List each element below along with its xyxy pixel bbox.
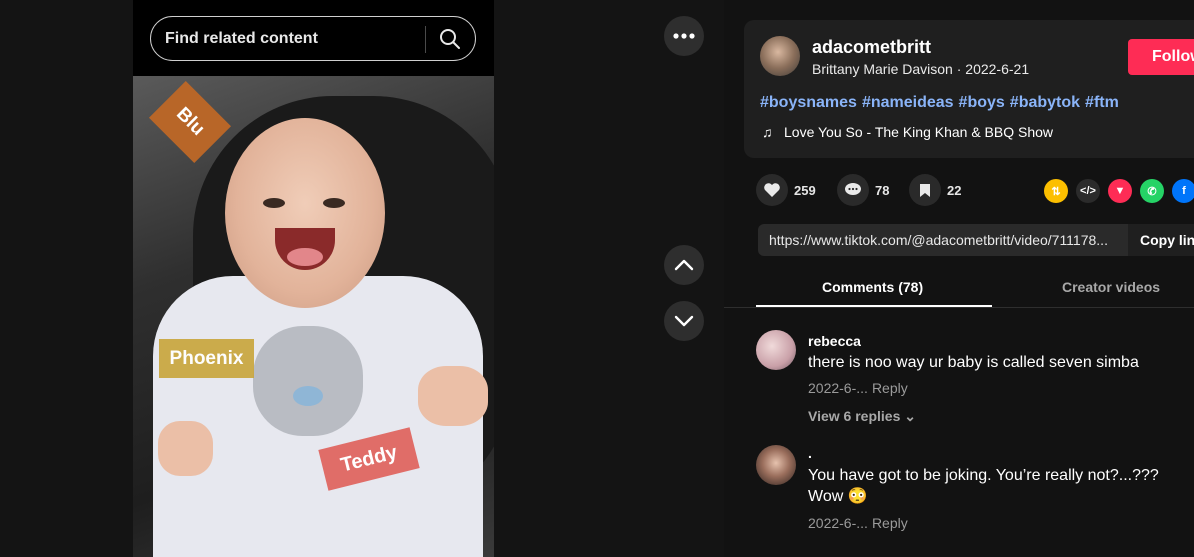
repost-icon[interactable]: ⇅ bbox=[1044, 179, 1068, 203]
commenter-username[interactable]: rebecca bbox=[808, 333, 861, 349]
view-replies-button[interactable]: View 6 replies ⌄ bbox=[808, 408, 916, 425]
video-link-box[interactable]: https://www.tiktok.com/@adacometbritt/vi… bbox=[758, 224, 1194, 256]
hashtag-link[interactable]: #boysnames bbox=[760, 94, 857, 111]
baby-face bbox=[225, 118, 385, 308]
more-icon bbox=[673, 33, 695, 39]
commenter-avatar[interactable] bbox=[756, 445, 796, 485]
details-panel: adacometbritt Brittany Marie Davison · 2… bbox=[724, 0, 1194, 557]
comment-meta: 2022-6-... Reply bbox=[808, 380, 908, 396]
comment-text: You have got to be joking. You’re really… bbox=[808, 467, 1159, 505]
active-tab-indicator bbox=[756, 305, 992, 307]
name-tag-blu-label: Blu bbox=[172, 103, 209, 140]
hashtag-link[interactable]: #ftm bbox=[1085, 94, 1119, 111]
baby-eye-left bbox=[263, 198, 285, 208]
panel-tabs: Comments (78) Creator videos bbox=[724, 268, 1194, 308]
search-bar[interactable]: Find related content bbox=[150, 16, 476, 61]
comment-meta: 2022-6-... Reply bbox=[808, 515, 908, 531]
comment-date: 2022-6-... bbox=[808, 515, 868, 531]
search-icon[interactable] bbox=[438, 27, 462, 51]
whatsapp-icon[interactable]: ✆ bbox=[1140, 179, 1164, 203]
author-avatar[interactable] bbox=[760, 36, 800, 76]
chevron-down-icon: ⌄ bbox=[904, 408, 916, 424]
bear-patch bbox=[253, 326, 363, 436]
comment-count: 78 bbox=[875, 182, 890, 198]
embed-icon[interactable]: </> bbox=[1076, 179, 1100, 203]
subline-separator: · bbox=[952, 61, 966, 77]
commenter-avatar[interactable] bbox=[756, 330, 796, 370]
send-icon[interactable]: ▼ bbox=[1108, 179, 1132, 203]
baby-mouth bbox=[275, 228, 335, 270]
reply-button[interactable]: Reply bbox=[872, 380, 908, 396]
chevron-up-icon bbox=[674, 259, 694, 271]
name-tag-teddy-label: Teddy bbox=[338, 440, 400, 477]
name-tag-phoenix: Phoenix bbox=[159, 339, 254, 378]
baby-eye-right bbox=[323, 198, 345, 208]
reply-button[interactable]: Reply bbox=[872, 515, 908, 531]
hashtag-link[interactable]: #babytok bbox=[1010, 94, 1080, 111]
name-tag-phoenix-label: Phoenix bbox=[169, 347, 244, 369]
heart-icon bbox=[756, 174, 788, 206]
tab-comments[interactable]: Comments (78) bbox=[822, 279, 923, 295]
music-title: Love You So - The King Khan & BBQ Show bbox=[784, 124, 1054, 140]
bookmark-icon bbox=[909, 174, 941, 206]
comment-text: there is noo way ur baby is called seven… bbox=[808, 354, 1139, 371]
more-options-button[interactable] bbox=[664, 16, 704, 56]
video-link-url[interactable]: https://www.tiktok.com/@adacometbritt/vi… bbox=[769, 232, 1108, 248]
hashtag-list: #boysnames #nameideas #boys #babytok #ftm bbox=[760, 94, 1124, 112]
next-video-button[interactable] bbox=[664, 301, 704, 341]
search-divider bbox=[425, 26, 426, 53]
like-action[interactable]: 259 bbox=[756, 174, 816, 206]
author-subline: Brittany Marie Davison · 2022-6-21 bbox=[812, 61, 1029, 77]
post-date: 2022-6-21 bbox=[965, 61, 1030, 77]
comment-action[interactable]: 78 bbox=[837, 174, 889, 206]
tab-creator-videos[interactable]: Creator videos bbox=[1062, 279, 1160, 295]
baby-hand-right bbox=[418, 366, 488, 426]
music-note-icon: ♫ bbox=[762, 124, 773, 140]
hashtag-link[interactable]: #boys bbox=[959, 94, 1005, 111]
follow-button[interactable]: Follow bbox=[1128, 39, 1194, 75]
previous-video-button[interactable] bbox=[664, 245, 704, 285]
view-replies-label: View 6 replies bbox=[808, 408, 901, 424]
music-info[interactable]: ♫ Love You So - The King Khan & BBQ Show bbox=[762, 124, 1053, 140]
bear-nose bbox=[293, 386, 323, 406]
search-input[interactable]: Find related content bbox=[165, 30, 318, 48]
like-count: 259 bbox=[794, 182, 816, 198]
post-info-card: adacometbritt Brittany Marie Davison · 2… bbox=[744, 20, 1194, 158]
baby-tongue bbox=[287, 248, 323, 266]
author-username[interactable]: adacometbritt bbox=[812, 37, 931, 58]
hashtag-link[interactable]: #nameideas bbox=[862, 94, 954, 111]
baby-hand-left bbox=[158, 421, 213, 476]
comment-date: 2022-6-... bbox=[808, 380, 868, 396]
save-action[interactable]: 22 bbox=[909, 174, 961, 206]
chevron-down-icon bbox=[674, 315, 694, 327]
copy-link-button[interactable]: Copy link bbox=[1128, 224, 1194, 256]
save-count: 22 bbox=[947, 182, 962, 198]
comment-icon bbox=[837, 174, 869, 206]
facebook-icon[interactable]: f bbox=[1172, 179, 1194, 203]
commenter-username[interactable]: . bbox=[808, 445, 812, 461]
author-display-name: Brittany Marie Davison bbox=[812, 61, 953, 77]
